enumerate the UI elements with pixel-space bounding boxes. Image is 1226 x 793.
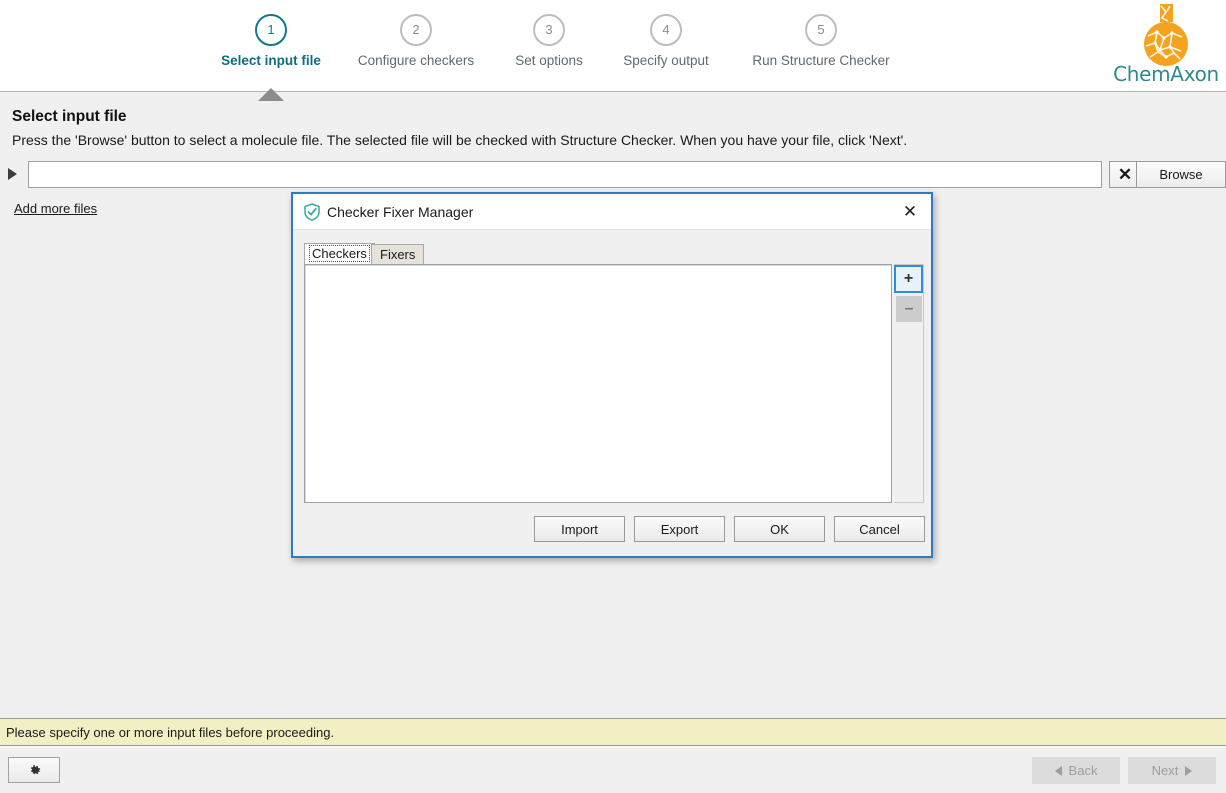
chevron-right-icon: [1185, 765, 1193, 776]
add-checker-button[interactable]: +: [894, 265, 923, 293]
list-side-buttons: + –: [894, 264, 924, 503]
tab-checkers[interactable]: Checkers: [304, 243, 375, 265]
back-button-label: Back: [1068, 763, 1098, 778]
wizard-steps: 1 Select input file 2 Configure checkers…: [0, 0, 1100, 101]
tab-fixers[interactable]: Fixers: [371, 244, 425, 265]
wizard-step-3[interactable]: 3 Set options: [492, 14, 606, 68]
settings-button[interactable]: [8, 757, 60, 783]
shield-check-icon: [304, 203, 320, 221]
wizard-step-3-label: Set options: [515, 53, 583, 68]
triangle-right-icon[interactable]: [8, 168, 17, 180]
file-input-row: ✕ Browse: [6, 161, 1226, 188]
page-title: Select input file: [12, 108, 127, 125]
wizard-step-4-circle: 4: [650, 14, 682, 46]
wizard-step-1[interactable]: 1 Select input file: [200, 14, 342, 101]
wizard-step-3-circle: 3: [533, 14, 565, 46]
back-button: Back: [1032, 757, 1120, 784]
remove-checker-button: –: [896, 296, 922, 322]
wizard-step-4[interactable]: 4 Specify output: [604, 14, 728, 68]
file-path-input[interactable]: [28, 161, 1102, 188]
wizard-step-5-circle: 5: [805, 14, 837, 46]
status-message: Please specify one or more input files b…: [6, 725, 335, 740]
wizard-step-5-label: Run Structure Checker: [752, 53, 890, 68]
browse-button[interactable]: Browse: [1136, 161, 1226, 188]
chevron-left-icon: [1054, 765, 1062, 776]
chemaxon-logo: ChemAxon: [1112, 2, 1220, 90]
close-icon[interactable]: ✕: [897, 199, 923, 225]
ok-button[interactable]: OK: [734, 516, 825, 542]
page-subtitle: Press the 'Browse' button to select a mo…: [12, 132, 908, 148]
checkers-list-panel[interactable]: [304, 264, 892, 503]
wizard-step-2[interactable]: 2 Configure checkers: [338, 14, 494, 68]
wizard-header: 1 Select input file 2 Configure checkers…: [0, 0, 1226, 101]
import-button[interactable]: Import: [534, 516, 625, 542]
dialog-title: Checker Fixer Manager: [327, 204, 474, 220]
next-button-label: Next: [1151, 763, 1179, 778]
wizard-step-1-label: Select input file: [221, 53, 321, 68]
cancel-button[interactable]: Cancel: [834, 516, 925, 542]
wizard-step-5[interactable]: 5 Run Structure Checker: [726, 14, 916, 68]
wizard-step-1-pointer: [258, 88, 284, 101]
wizard-step-4-label: Specify output: [623, 53, 709, 68]
wizard-step-2-label: Configure checkers: [357, 53, 475, 68]
wizard-step-2-circle: 2: [400, 14, 432, 46]
next-button: Next: [1128, 757, 1216, 784]
export-button[interactable]: Export: [634, 516, 725, 542]
wizard-step-1-circle: 1: [255, 14, 287, 46]
tab-checkers-label: Checkers: [309, 245, 370, 262]
gear-icon: [30, 764, 40, 774]
add-more-files-link[interactable]: Add more files: [14, 201, 97, 216]
chemaxon-logo-text: ChemAxon: [1113, 62, 1219, 86]
bottom-bar: Back Next: [0, 746, 1226, 793]
dialog-titlebar: Checker Fixer Manager ✕: [293, 194, 931, 230]
status-bar: Please specify one or more input files b…: [0, 718, 1226, 746]
checker-fixer-manager-dialog: Checker Fixer Manager ✕ Checkers Fixers …: [291, 192, 933, 558]
tab-fixers-label: Fixers: [380, 247, 416, 262]
